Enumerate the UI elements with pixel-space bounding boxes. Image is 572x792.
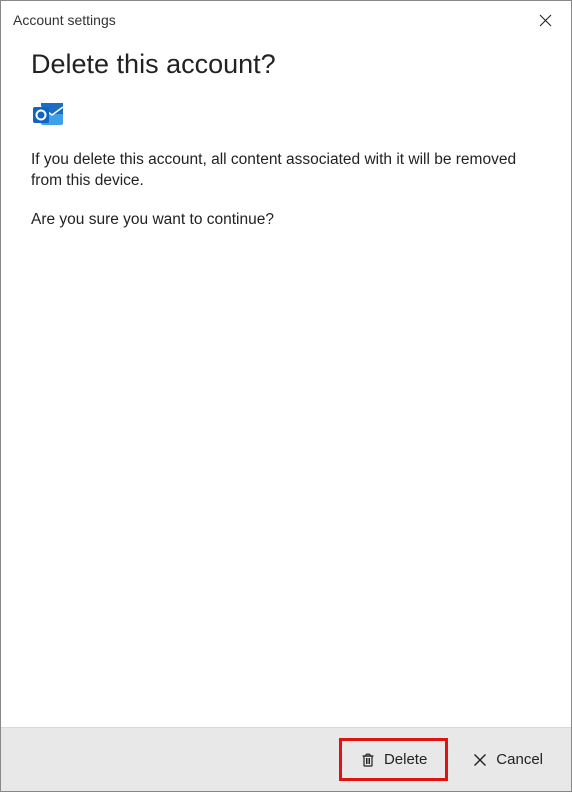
window-title: Account settings xyxy=(13,12,116,28)
delete-highlight: Delete xyxy=(339,738,448,781)
x-icon xyxy=(472,752,488,768)
dialog-footer: Delete Cancel xyxy=(1,727,571,791)
cancel-button-label: Cancel xyxy=(496,751,543,768)
confirmation-question: Are you sure you want to continue? xyxy=(31,210,541,231)
trash-icon xyxy=(360,752,376,768)
outlook-icon xyxy=(31,98,65,132)
close-icon xyxy=(539,14,552,27)
delete-button[interactable]: Delete xyxy=(346,745,441,774)
window-close-button[interactable] xyxy=(529,7,561,33)
warning-text-1: If you delete this account, all content … xyxy=(31,150,541,192)
titlebar: Account settings xyxy=(1,1,571,39)
dialog-heading: Delete this account? xyxy=(31,49,541,80)
delete-button-label: Delete xyxy=(384,751,427,768)
dialog-content: Delete this account? If you delete this … xyxy=(1,39,571,727)
cancel-button[interactable]: Cancel xyxy=(458,738,557,781)
